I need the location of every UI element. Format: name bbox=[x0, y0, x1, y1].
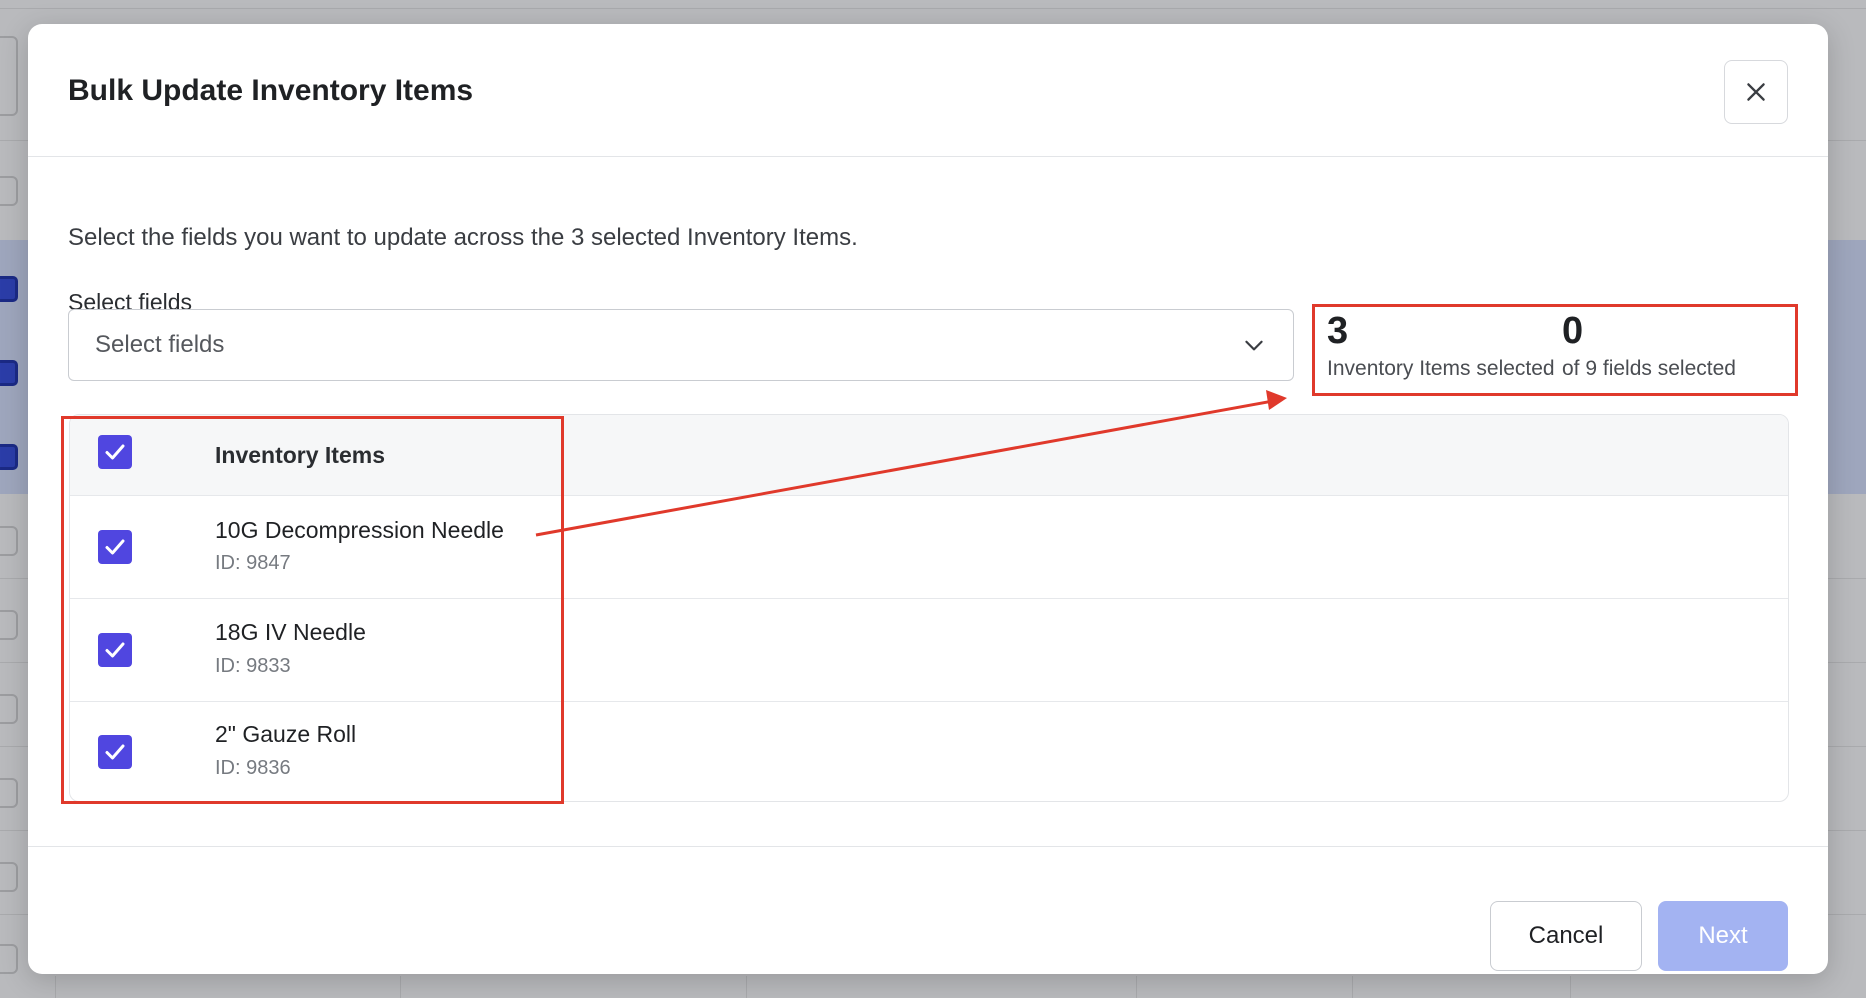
table-row: 18G IV Needle ID: 9833 bbox=[70, 599, 1788, 702]
inventory-items-table: Inventory Items 10G Decompression Needle… bbox=[69, 414, 1789, 802]
select-fields-dropdown[interactable]: Select fields bbox=[68, 309, 1294, 381]
close-button[interactable] bbox=[1724, 60, 1788, 124]
bg-col-divider bbox=[400, 976, 401, 998]
item-name: 10G Decompression Needle bbox=[215, 517, 504, 543]
table-row: 10G Decompression Needle ID: 9847 bbox=[70, 496, 1788, 599]
bg-control bbox=[0, 694, 18, 724]
item-id: ID: 9833 bbox=[215, 655, 291, 677]
bg-control bbox=[0, 862, 18, 892]
items-selected-count: 3 bbox=[1327, 310, 1349, 352]
items-selected-stat: 3 Inventory Items selected bbox=[1327, 309, 1555, 381]
item-name: 2" Gauze Roll bbox=[215, 721, 357, 747]
checkmark-icon bbox=[105, 539, 125, 555]
bulk-update-modal: Bulk Update Inventory Items Select the f… bbox=[28, 24, 1828, 974]
table-row: 2" Gauze Roll ID: 9836 bbox=[70, 702, 1788, 801]
selection-stats: 3 Inventory Items selected 0 of 9 fields… bbox=[1312, 304, 1798, 396]
bg-checkbox bbox=[0, 276, 18, 302]
checkmark-icon bbox=[105, 642, 125, 658]
modal-header: Bulk Update Inventory Items bbox=[28, 24, 1828, 157]
items-selected-label: Inventory Items selected bbox=[1327, 357, 1555, 380]
table-header: Inventory Items bbox=[70, 415, 1788, 496]
fields-selected-label: of 9 fields selected bbox=[1562, 357, 1736, 380]
item-id: ID: 9836 bbox=[215, 757, 291, 779]
bg-col-divider bbox=[55, 976, 56, 998]
bg-divider bbox=[0, 8, 1866, 9]
row-checkbox[interactable] bbox=[98, 530, 132, 564]
bg-control bbox=[0, 36, 18, 116]
next-button[interactable]: Next bbox=[1658, 901, 1788, 971]
row-checkbox[interactable] bbox=[98, 633, 132, 667]
bg-col-divider bbox=[1570, 976, 1571, 998]
fields-selected-stat: 0 of 9 fields selected bbox=[1562, 309, 1736, 381]
modal-description: Select the fields you want to update acr… bbox=[68, 224, 858, 251]
bg-checkbox bbox=[0, 360, 18, 386]
bg-col-divider bbox=[1136, 976, 1137, 998]
column-header-inventory-items: Inventory Items bbox=[215, 442, 385, 468]
close-icon bbox=[1747, 83, 1765, 101]
modal-title: Bulk Update Inventory Items bbox=[68, 74, 474, 107]
chevron-down-icon bbox=[1241, 332, 1267, 358]
bg-control bbox=[0, 526, 18, 556]
bg-control bbox=[0, 944, 18, 974]
modal-footer: Cancel Next bbox=[28, 846, 1828, 974]
checkmark-icon bbox=[105, 444, 125, 460]
item-name: 18G IV Needle bbox=[215, 619, 366, 645]
bg-checkbox bbox=[0, 444, 18, 470]
bg-control bbox=[0, 176, 18, 206]
select-fields-placeholder: Select fields bbox=[95, 331, 225, 358]
select-all-checkbox[interactable] bbox=[98, 435, 132, 469]
cancel-button[interactable]: Cancel bbox=[1490, 901, 1642, 971]
row-checkbox[interactable] bbox=[98, 735, 132, 769]
bg-col-divider bbox=[746, 976, 747, 998]
bg-control bbox=[0, 610, 18, 640]
checkmark-icon bbox=[105, 744, 125, 760]
bg-control bbox=[0, 778, 18, 808]
item-id: ID: 9847 bbox=[215, 552, 291, 574]
bg-col-divider bbox=[1352, 976, 1353, 998]
fields-selected-count: 0 bbox=[1562, 310, 1584, 352]
